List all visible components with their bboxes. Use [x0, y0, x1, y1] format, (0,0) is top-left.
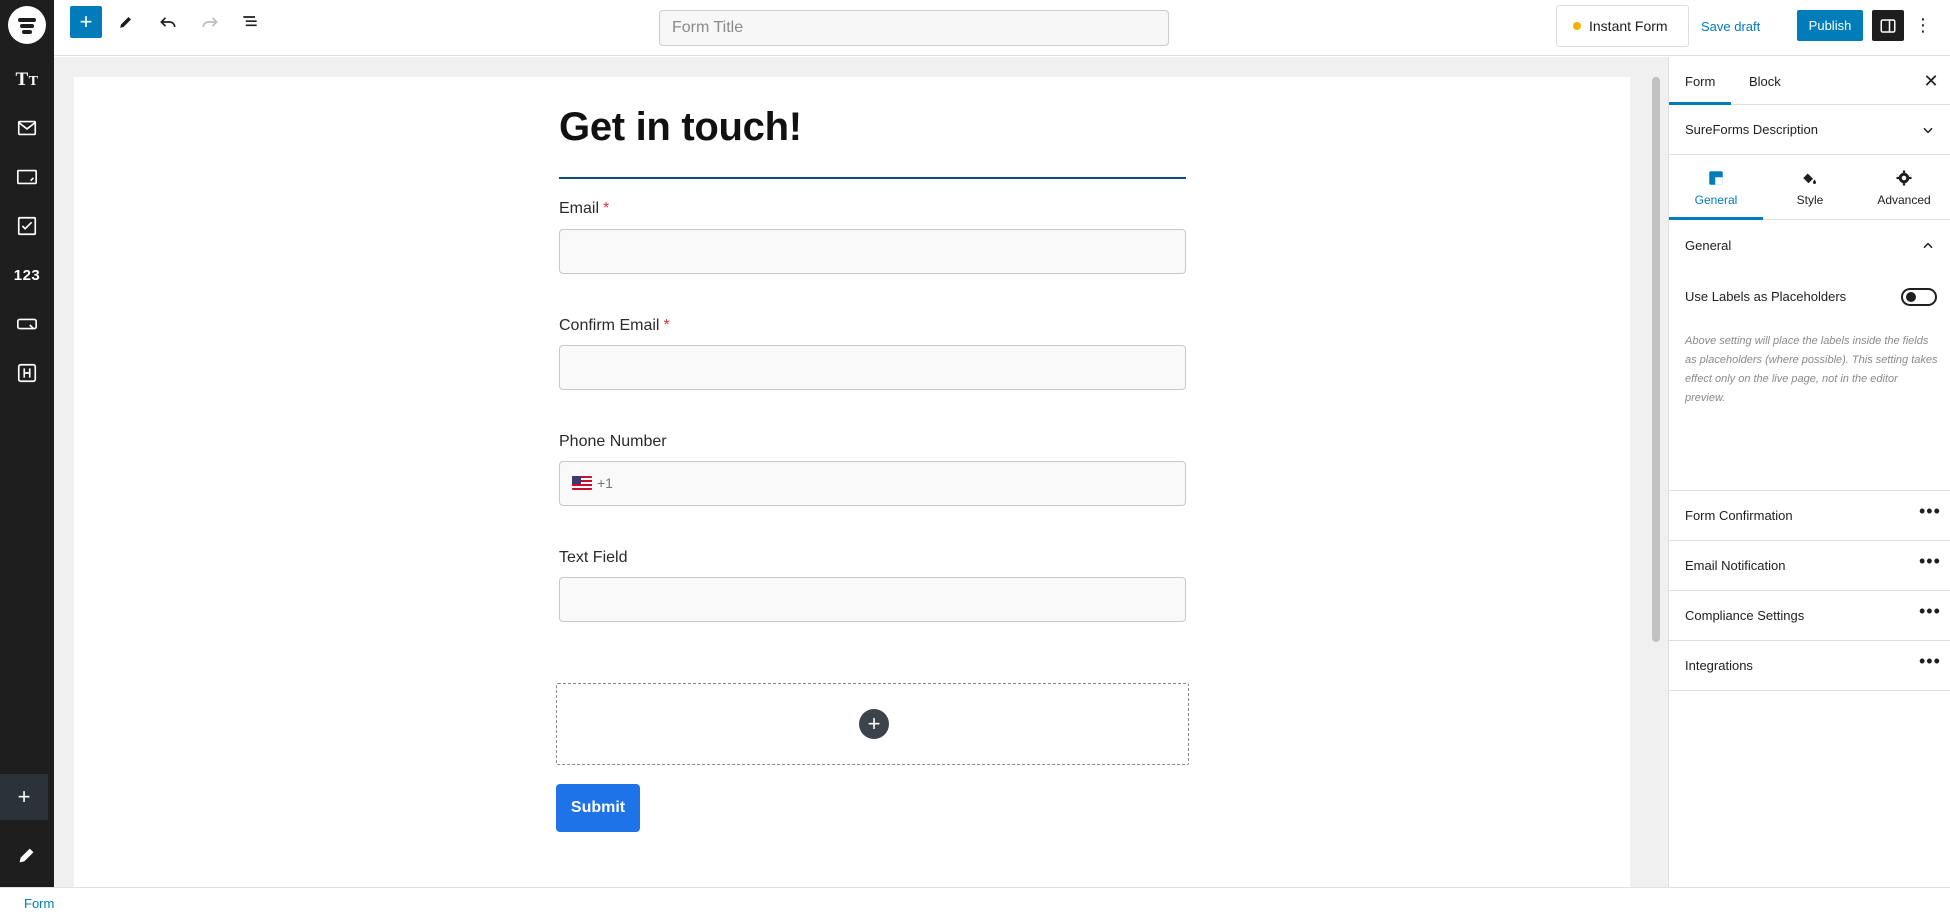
tab-block[interactable]: Block	[1733, 57, 1797, 105]
status-dot-icon	[1573, 22, 1581, 30]
add-field-icon[interactable]: +	[0, 774, 48, 820]
form-confirmation-panel[interactable]: Form Confirmation •••	[1669, 491, 1950, 541]
chevron-down-icon	[1923, 127, 1933, 134]
publish-button[interactable]: Publish	[1797, 10, 1863, 41]
subtab-general[interactable]: General	[1669, 155, 1763, 220]
gear-icon	[1896, 170, 1912, 185]
left-rail: TT 123 +	[0, 0, 54, 918]
email-notification-label: Email Notification	[1685, 558, 1786, 573]
us-flag-icon	[572, 476, 592, 490]
use-labels-placeholder-label: Use Labels as Placeholders	[1685, 289, 1847, 304]
subtab-advanced[interactable]: Advanced	[1857, 155, 1950, 220]
layout-icon	[1709, 170, 1723, 185]
sureforms-description-label: SureForms Description	[1685, 122, 1818, 137]
confirm-email-field[interactable]	[559, 345, 1186, 390]
document-overview-icon[interactable]	[234, 6, 266, 38]
email-field[interactable]	[559, 229, 1186, 274]
number-label: 123	[13, 266, 41, 284]
more-horizontal-icon[interactable]: •••	[1919, 501, 1941, 522]
chevron-up-icon[interactable]	[1921, 239, 1935, 253]
save-draft-button[interactable]: Save draft	[1701, 12, 1760, 40]
more-options-icon[interactable]: ⋮	[1911, 10, 1935, 41]
redo-icon[interactable]	[194, 6, 226, 38]
more-horizontal-icon[interactable]: •••	[1919, 651, 1941, 672]
editor-toolbar: + Instant Form Save draft Publish ⋮	[54, 0, 1950, 56]
heading-icon[interactable]	[0, 351, 54, 395]
general-section-title[interactable]: General	[1685, 238, 1731, 253]
add-block-plus-icon[interactable]: +	[859, 709, 889, 739]
typography-icon[interactable]: TT	[0, 58, 54, 102]
heading-separator	[559, 177, 1186, 179]
use-labels-placeholder-toggle[interactable]	[1901, 288, 1937, 306]
tab-form[interactable]: Form	[1669, 57, 1731, 105]
sidebar-tabs: Form Block ✕	[1669, 57, 1950, 105]
close-icon[interactable]: ✕	[1921, 71, 1941, 91]
form-canvas: Get in touch! Email * Confirm Email * Phon…	[74, 77, 1630, 887]
editor-canvas: Get in touch! Email * Confirm Email * Phon…	[54, 57, 1668, 887]
input-field-icon[interactable]	[0, 155, 54, 199]
more-horizontal-icon[interactable]: •••	[1919, 551, 1941, 572]
settings-sidebar: Form Block ✕ SureForms Description Gener…	[1668, 57, 1950, 887]
text-field-label: Text Field	[559, 549, 628, 566]
phone-number-field[interactable]: +1	[559, 461, 1186, 506]
subtab-style[interactable]: Style	[1763, 155, 1857, 220]
envelope-icon[interactable]	[0, 106, 54, 150]
confirm-email-label: Confirm Email *	[559, 317, 670, 334]
form-confirmation-label: Form Confirmation	[1685, 508, 1793, 523]
edit-pencil-icon[interactable]	[0, 833, 54, 877]
email-notification-panel[interactable]: Email Notification •••	[1669, 541, 1950, 591]
undo-icon[interactable]	[152, 6, 184, 38]
add-block-area[interactable]: +	[556, 683, 1189, 765]
text-field[interactable]	[559, 577, 1186, 622]
button-block-icon[interactable]	[0, 302, 54, 346]
checkbox-icon[interactable]	[0, 204, 54, 248]
placeholder-help-text: Above setting will place the labels insi…	[1685, 335, 1938, 404]
submit-button[interactable]: Submit	[556, 784, 640, 832]
integrations-panel[interactable]: Integrations •••	[1669, 641, 1950, 691]
number-icon[interactable]: 123	[0, 253, 54, 297]
more-horizontal-icon[interactable]: •••	[1919, 601, 1941, 622]
canvas-scrollbar-thumb[interactable]	[1652, 77, 1660, 642]
settings-subtabs: General Style Advanced	[1669, 155, 1950, 220]
edit-tool-icon[interactable]	[110, 6, 142, 38]
breadcrumb[interactable]: Form	[24, 896, 54, 911]
form-title-input[interactable]	[659, 10, 1169, 46]
instant-form-label: Instant Form	[1589, 18, 1668, 34]
email-label: Email *	[559, 200, 610, 217]
country-code: +1	[597, 475, 613, 491]
phone-number-label: Phone Number	[559, 433, 667, 450]
block-inserter-button[interactable]: +	[70, 6, 102, 38]
compliance-settings-label: Compliance Settings	[1685, 608, 1805, 623]
paint-bucket-icon	[1803, 170, 1816, 184]
integrations-label: Integrations	[1685, 658, 1753, 673]
compliance-settings-panel[interactable]: Compliance Settings •••	[1669, 591, 1950, 641]
sureforms-description-panel[interactable]: SureForms Description	[1669, 105, 1950, 155]
country-code-selector[interactable]: +1	[572, 475, 613, 491]
form-heading[interactable]: Get in touch!	[559, 105, 802, 150]
sureforms-logo-icon[interactable]	[8, 6, 46, 44]
block-breadcrumb-bar: Form	[0, 887, 1950, 918]
instant-form-button[interactable]: Instant Form	[1556, 5, 1689, 47]
settings-sidebar-toggle-icon[interactable]	[1872, 10, 1904, 41]
